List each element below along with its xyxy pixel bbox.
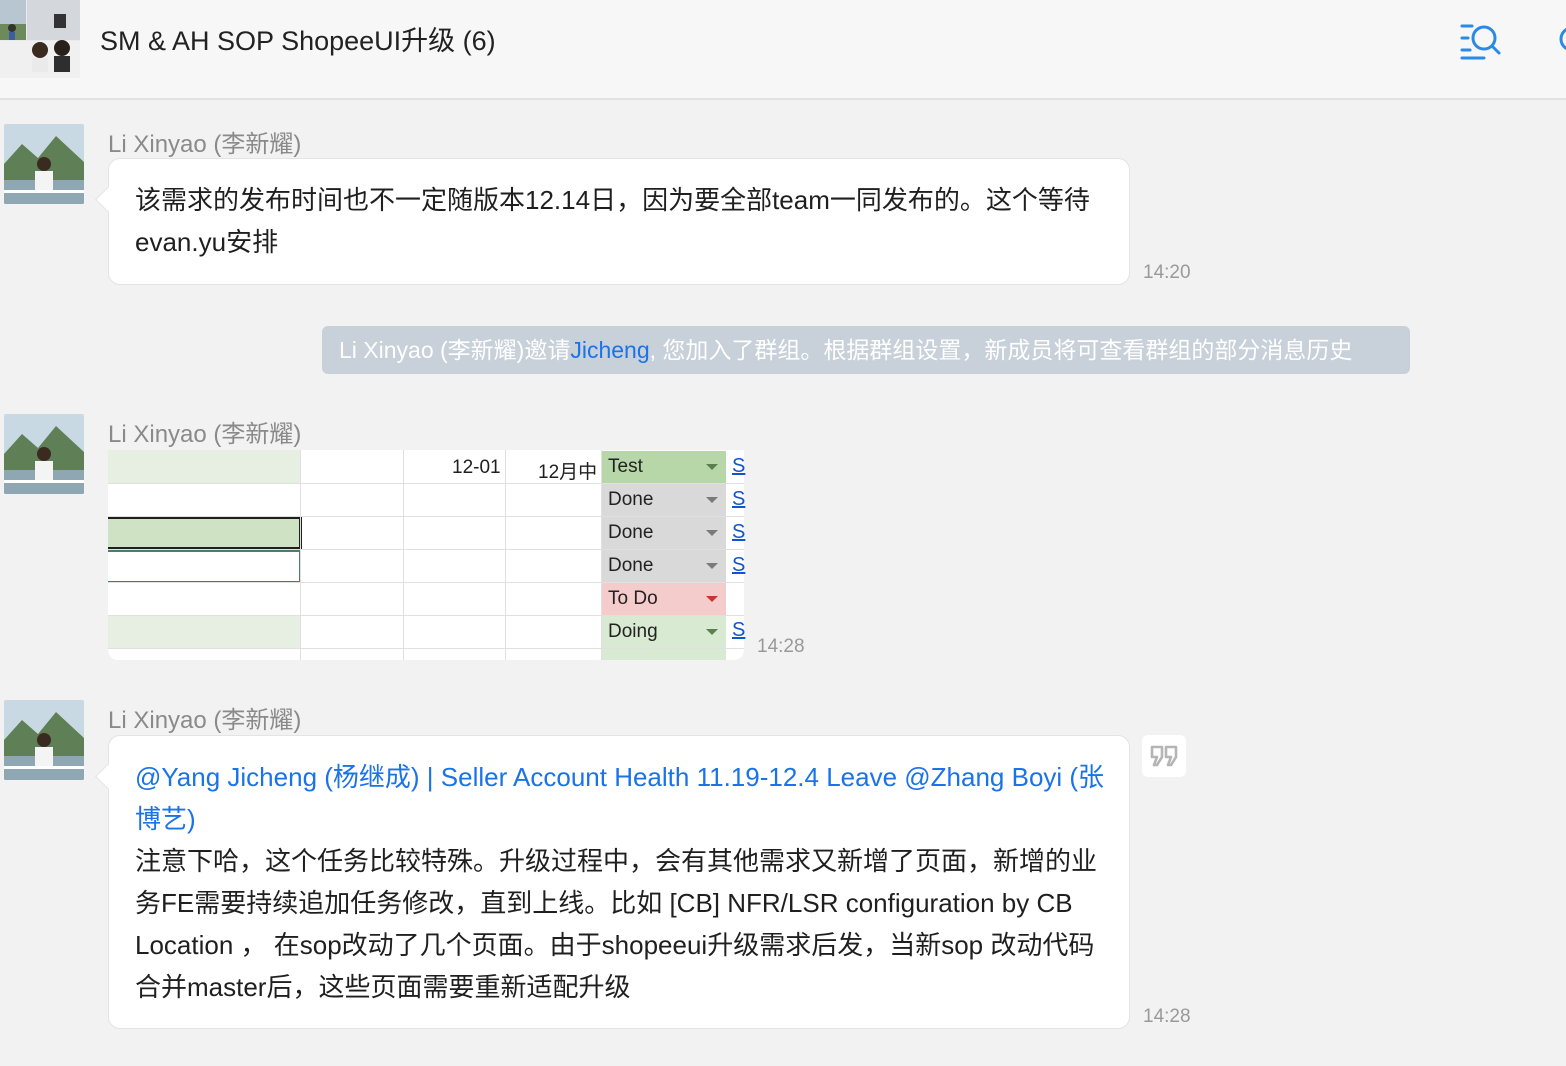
system-message-suffix: , 您加入了群组。根据群组设置，新成员将可查看群组的部分消息历史 xyxy=(649,337,1353,363)
group-avatar[interactable] xyxy=(0,0,80,78)
sender-avatar[interactable] xyxy=(4,124,84,204)
sheet-column-line xyxy=(300,450,301,660)
sheet-link[interactable]: S xyxy=(732,521,745,544)
selected-cell xyxy=(108,516,302,550)
status-label: Done xyxy=(608,489,654,510)
sheet-date-cell: 12-01 xyxy=(452,457,501,478)
status-dropdown[interactable]: Done xyxy=(602,550,726,582)
search-messages-button[interactable] xyxy=(1456,18,1504,62)
status-dropdown[interactable]: Test xyxy=(602,451,726,483)
message-body: 注意下哈，这个任务比较特殊。升级过程中，会有其他需求又新增了页面，新增的业务FE… xyxy=(135,846,1098,1002)
sheet-link[interactable]: S xyxy=(732,619,745,642)
highlighted-cell xyxy=(108,550,301,583)
more-icon[interactable] xyxy=(1558,24,1566,54)
caret-down-icon xyxy=(706,563,718,569)
sender-avatar[interactable] xyxy=(4,700,84,780)
caret-down-icon xyxy=(706,497,718,503)
message-text: @Yang Jicheng (杨继成) | Seller Account Hea… xyxy=(135,756,1105,1008)
sheet-link[interactable]: S xyxy=(732,554,745,577)
message-time: 14:28 xyxy=(757,636,805,657)
status-label: Done xyxy=(608,522,654,543)
sheet-column-line xyxy=(505,450,506,660)
search-list-icon xyxy=(1460,24,1501,60)
status-dropdown[interactable]: Done xyxy=(602,517,726,549)
status-dropdown-partial xyxy=(602,649,726,660)
quote-icon xyxy=(1150,745,1178,767)
sheet-cell xyxy=(108,450,300,484)
status-dropdown[interactable]: Doing xyxy=(602,616,726,648)
bubble-tail xyxy=(95,186,122,213)
status-label: Doing xyxy=(608,621,658,642)
bubble-tail xyxy=(95,763,122,790)
caret-down-icon xyxy=(706,464,718,470)
caret-down-icon xyxy=(706,629,718,635)
system-message: Li Xinyao (李新耀)邀请Jicheng, 您加入了群组。根据群组设置，… xyxy=(322,326,1410,374)
message-time: 14:28 xyxy=(1143,1006,1191,1027)
status-label: To Do xyxy=(608,588,658,609)
sender-avatar[interactable] xyxy=(4,414,84,494)
sheet-date-cell: 12月中 xyxy=(538,462,598,483)
sheet-link[interactable]: S xyxy=(732,455,745,478)
mention-link[interactable]: @Yang Jicheng (杨继成) | Seller Account Hea… xyxy=(135,762,1104,834)
invited-user-link[interactable]: Jicheng xyxy=(570,337,649,363)
sheet-column-line xyxy=(403,450,404,660)
sender-name: Li Xinyao (李新耀) xyxy=(108,421,302,448)
status-label: Done xyxy=(608,555,654,576)
system-message-prefix: Li Xinyao (李新耀)邀请 xyxy=(339,337,571,363)
sender-name: Li Xinyao (李新耀) xyxy=(108,131,302,158)
message-bubble[interactable]: @Yang Jicheng (杨继成) | Seller Account Hea… xyxy=(95,735,1130,1029)
message-time: 14:20 xyxy=(1143,262,1191,283)
caret-down-icon xyxy=(706,530,718,536)
chat-title: SM & AH SOP ShopeeUI升级 (6) xyxy=(100,26,496,56)
sheet-cell xyxy=(108,616,300,649)
chat-header: SM & AH SOP ShopeeUI升级 (6) xyxy=(0,0,1566,100)
sender-name: Li Xinyao (李新耀) xyxy=(108,707,302,734)
status-dropdown[interactable]: Done xyxy=(602,484,726,516)
status-label: Test xyxy=(608,456,643,477)
message-bubble[interactable]: 该需求的发布时间也不一定随版本12.14日，因为要全部team一同发布的。这个等… xyxy=(95,158,1130,285)
status-dropdown[interactable]: To Do xyxy=(602,583,726,615)
caret-down-icon xyxy=(706,596,718,602)
quote-reply-button[interactable] xyxy=(1142,735,1186,777)
sheet-link[interactable]: S xyxy=(732,488,745,511)
message-text: 该需求的发布时间也不一定随版本12.14日，因为要全部team一同发布的。这个等… xyxy=(135,185,1090,257)
